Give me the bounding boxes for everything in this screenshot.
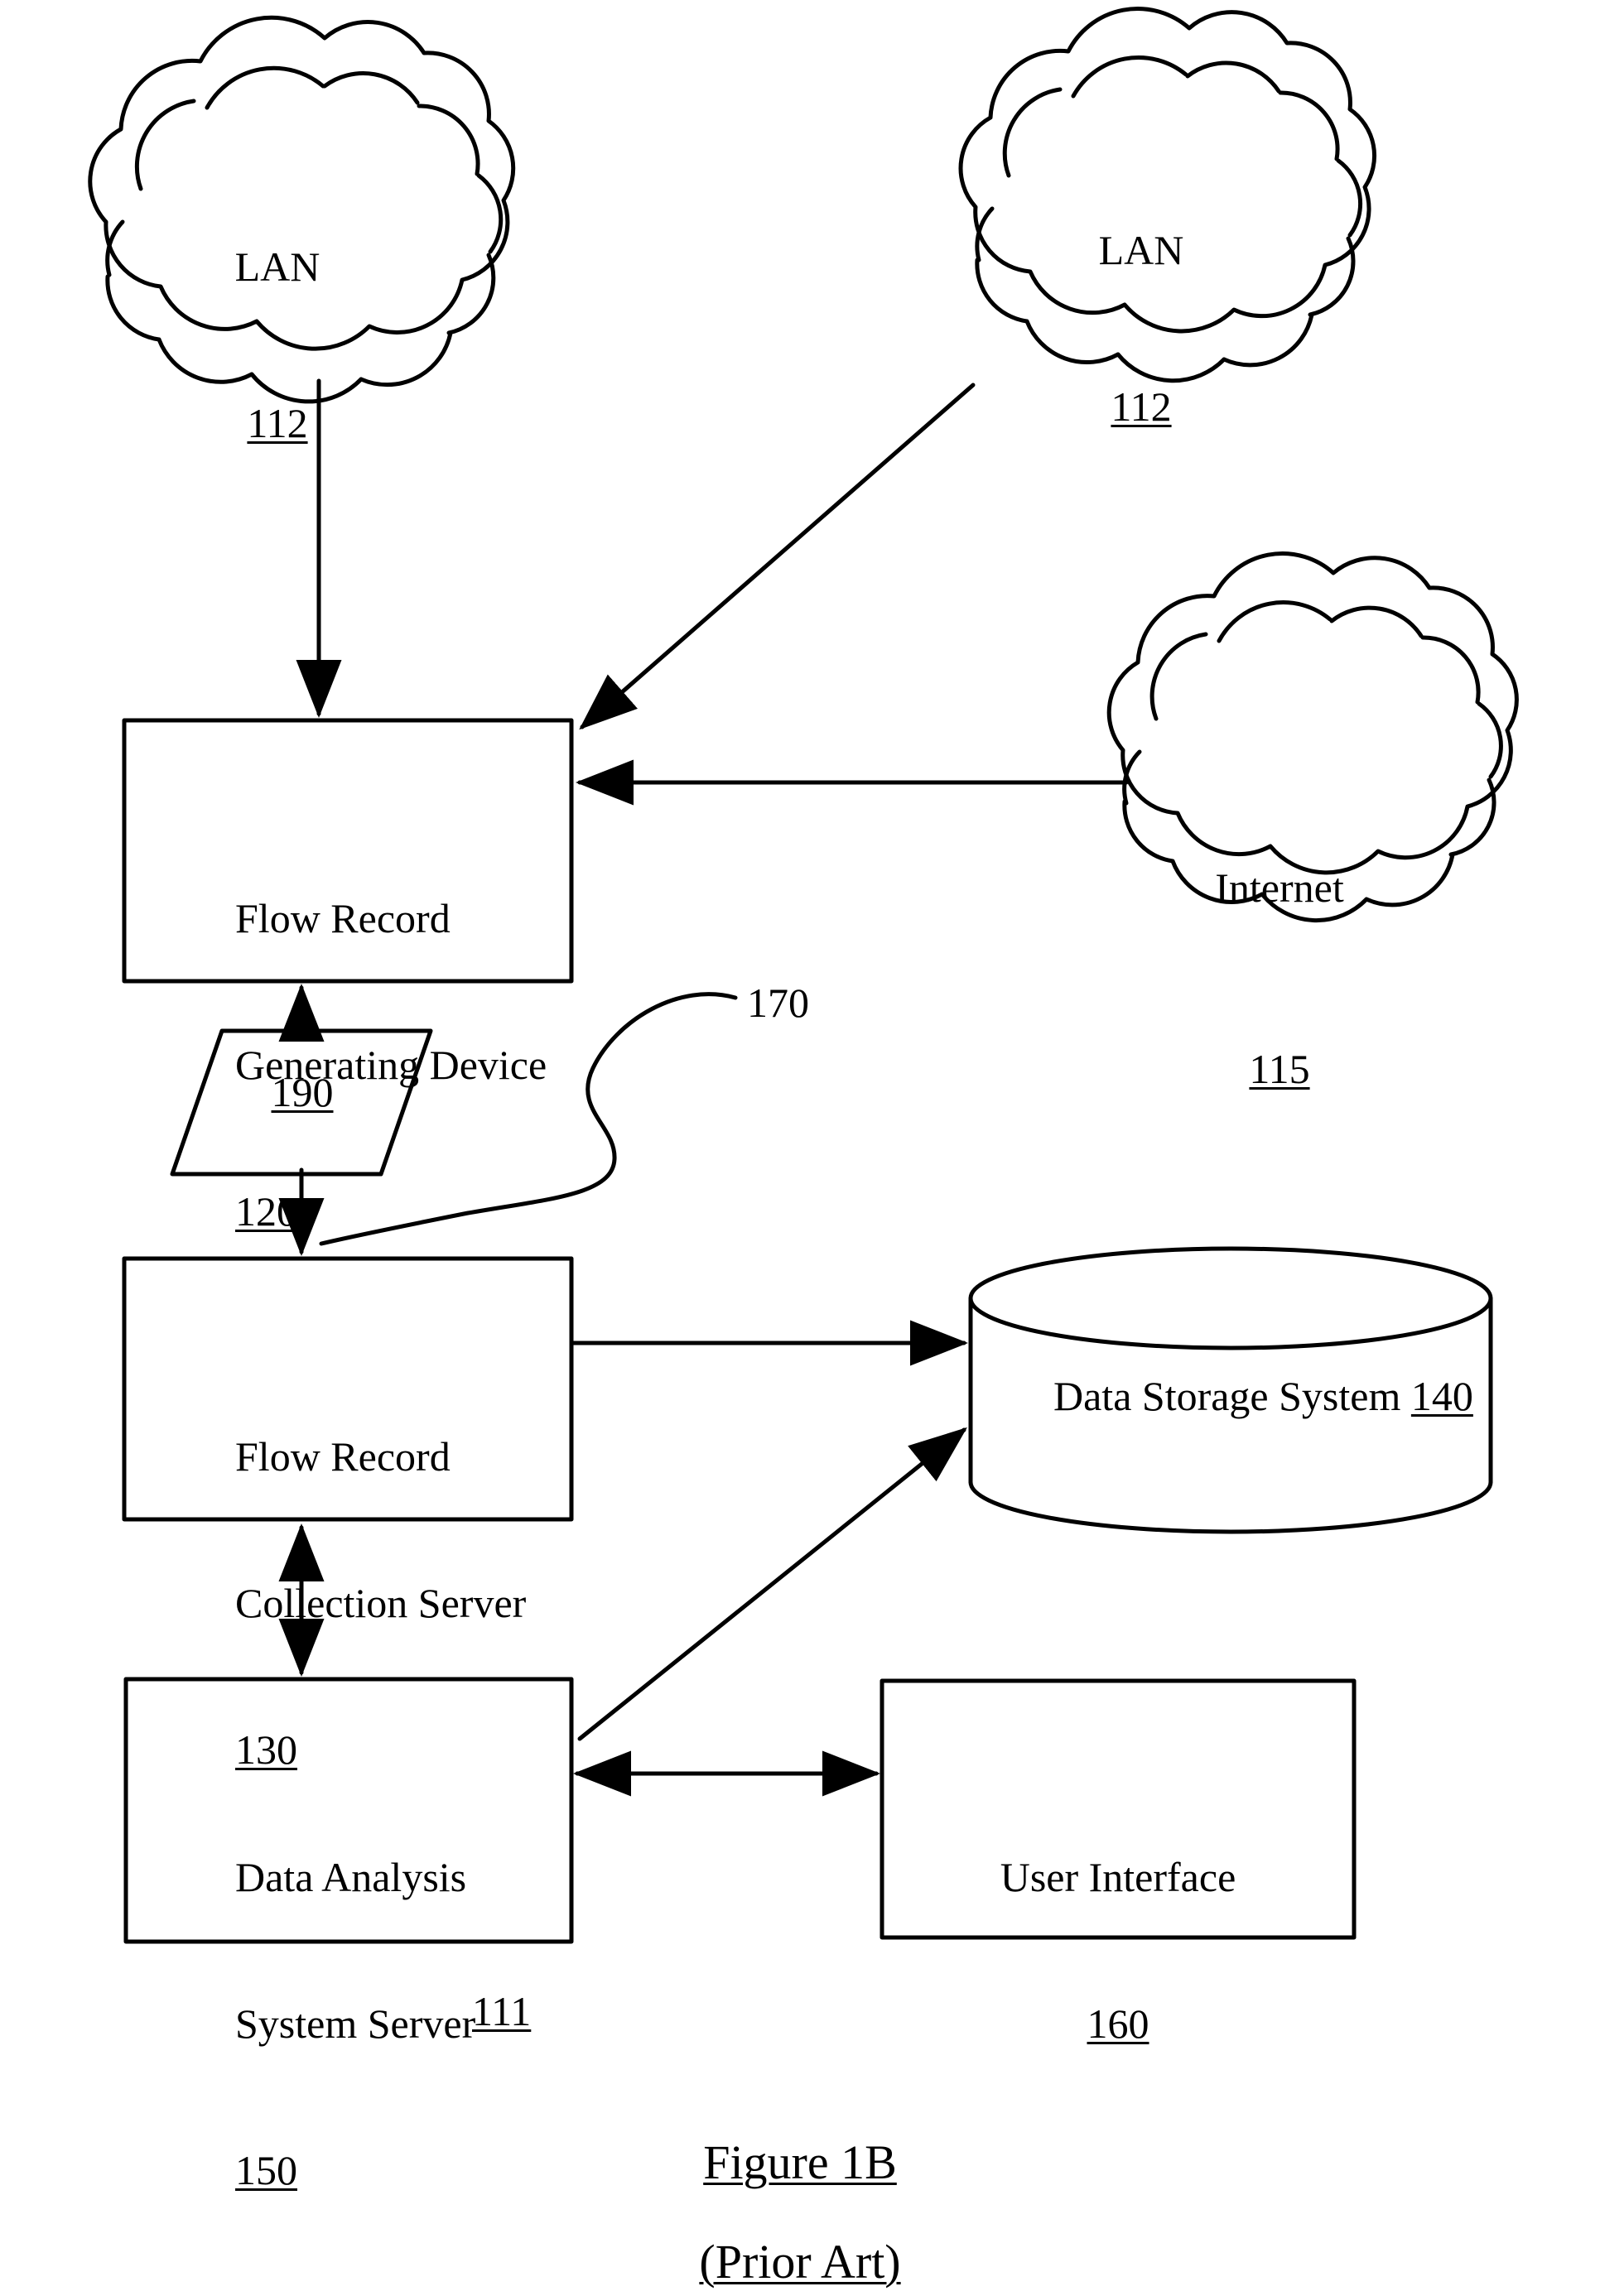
cylinder-dss-label: Data Storage System 140: [1012, 1323, 1525, 1470]
box-dass-ref: 150: [235, 2147, 297, 2193]
cloud-lan-left-ref: 112: [247, 400, 308, 446]
cloud-lan-left-label: LAN 112: [186, 145, 369, 546]
box-ui-title: User Interface: [1000, 1854, 1236, 1900]
box-frcs-line2: Collection Server: [235, 1580, 527, 1626]
box-dass-line1: Data Analysis: [235, 1854, 467, 1900]
cloud-lan-right-title: LAN: [1098, 227, 1184, 273]
cloud-internet-ref: 115: [1249, 1046, 1310, 1092]
box-frgd-label: Flow Record Generating Device 120: [235, 797, 583, 1334]
callout-170-label: 170: [747, 980, 809, 1026]
figure-caption: Figure 1B (Prior Art): [552, 2103, 1048, 2296]
arrow-lan-right-to-frgd: [579, 383, 976, 730]
box-frcs-line1: Flow Record: [235, 1433, 451, 1480]
cylinder-dss-title: Data Storage System: [1053, 1373, 1401, 1419]
parallelogram-flow-record-ref: 190: [271, 1069, 334, 1115]
figure-canvas: LAN 112 LAN 112 Internet 115 Flow Record…: [0, 0, 1600, 2296]
box-frgd-line1: Flow Record: [235, 895, 451, 941]
box-ui-ref: 160: [1087, 2000, 1149, 2047]
figure-caption-line1: Figure 1B: [703, 2135, 897, 2189]
arrow-dass-to-dss: [577, 1427, 967, 1741]
cloud-lan-right-label: LAN 112: [1050, 128, 1232, 529]
cloud-lan-left-title: LAN: [234, 243, 320, 290]
cloud-internet-title: Internet: [1215, 864, 1344, 911]
box-ui-label: User Interface 160: [977, 1755, 1259, 2146]
box-frgd-ref: 120: [235, 1188, 297, 1235]
cloud-lan-right-ref: 112: [1111, 383, 1172, 430]
system-ref-111: 111: [472, 1988, 532, 2034]
cloud-internet-label: Internet 115: [1176, 766, 1383, 1191]
cylinder-dss-ref: 140: [1410, 1373, 1473, 1419]
figure-caption-line2: (Prior Art): [699, 2234, 901, 2289]
